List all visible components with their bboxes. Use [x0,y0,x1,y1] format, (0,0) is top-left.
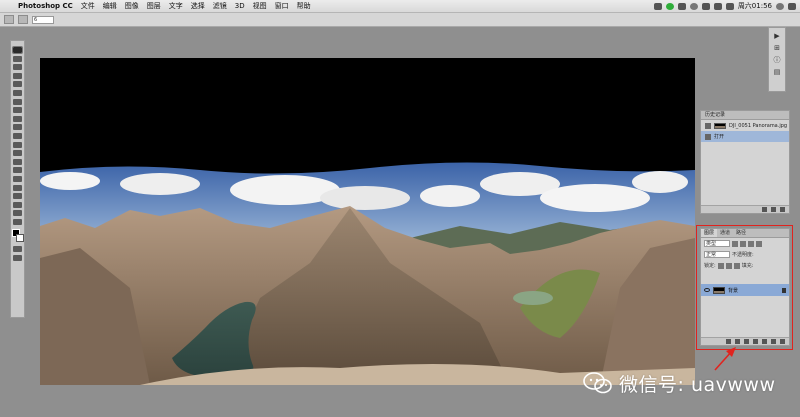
options-size-field[interactable]: 6 [32,15,54,24]
document-canvas[interactable] [40,58,695,385]
shape-tool-icon[interactable] [13,193,22,200]
snapshot-thumbnail [714,122,726,129]
screen-mode-icon[interactable] [13,254,22,261]
menu-help[interactable]: 帮助 [293,1,315,11]
new-document-icon[interactable] [762,207,767,212]
volume-icon[interactable] [701,2,710,10]
tray-app-icon[interactable] [653,2,662,10]
pen-tool-icon[interactable] [13,167,22,174]
dodge-tool-icon[interactable] [13,158,22,165]
home-icon[interactable] [4,15,14,24]
trash-icon[interactable] [780,207,785,212]
history-snapshot-label: DJI_0051 Panorama.jpg [729,122,788,129]
lasso-tool-icon[interactable] [13,64,22,71]
menu-edit[interactable]: 编辑 [99,1,121,11]
hand-tool-icon[interactable] [13,201,22,208]
history-tab[interactable]: 历史记录 [701,111,789,120]
quick-mask-icon[interactable] [13,246,22,253]
panorama-image [40,58,695,385]
more-tools-icon[interactable] [13,218,22,225]
zoom-tool-icon[interactable] [13,210,22,217]
eraser-tool-icon[interactable] [13,132,22,139]
menu-app-name[interactable]: Photoshop CC [14,2,77,10]
path-select-tool-icon[interactable] [13,184,22,191]
healing-brush-tool-icon[interactable] [13,98,22,105]
gradient-tool-icon[interactable] [13,141,22,148]
highlight-box [696,225,793,350]
history-brush-tool-icon[interactable] [13,124,22,131]
layer-comps-icon[interactable]: ▤ [771,67,783,76]
menu-window[interactable]: 窗口 [271,1,293,11]
battery-icon[interactable] [713,2,722,10]
brush-tool-icon[interactable] [13,107,22,114]
play-icon[interactable]: ▶ [771,31,783,40]
menu-view[interactable]: 视图 [249,1,271,11]
history-footer [701,205,789,213]
input-method-icon[interactable] [725,2,734,10]
quick-select-tool-icon[interactable] [13,72,22,79]
toolbox [10,40,25,318]
camera-icon[interactable] [771,207,776,212]
menu-3d[interactable]: 3D [231,2,249,10]
eyedropper-tool-icon[interactable] [13,89,22,96]
menu-select[interactable]: 选择 [187,1,209,11]
crop-tool-icon[interactable] [13,81,22,88]
options-bar: 6 [0,13,800,27]
tray-app-icon[interactable] [677,2,686,10]
wifi-icon[interactable] [689,2,698,10]
wechat-tray-icon[interactable] [665,2,674,10]
move-tool-icon[interactable] [12,46,23,54]
info-icon[interactable]: ⓘ [771,55,783,64]
search-icon[interactable] [776,2,784,10]
clock[interactable]: 周六01:56 [738,1,772,11]
dock-icon-strip: ▶ ⊞ ⓘ ▤ [768,27,786,92]
menu-file[interactable]: 文件 [77,1,99,11]
menu-tray: 周六01:56 [653,1,800,11]
snapshot-brush-icon [705,122,711,129]
wechat-logo-icon [583,372,612,394]
tool-preset-icon[interactable] [18,15,28,24]
history-step-label: 打开 [714,134,725,140]
type-tool-icon[interactable] [13,175,22,182]
menu-type[interactable]: 文字 [165,1,187,11]
marquee-tool-icon[interactable] [13,55,22,62]
menu-image[interactable]: 图像 [121,1,143,11]
menu-list-icon[interactable] [788,2,796,10]
open-step-icon [705,133,711,140]
menu-layer[interactable]: 图层 [143,1,165,11]
history-panel: 历史记录 DJI_0051 Panorama.jpg 打开 [700,110,790,214]
watermark-text: 微信号: uavwww [619,373,776,396]
menu-filter[interactable]: 滤镜 [209,1,231,11]
color-swatches[interactable] [11,229,24,243]
history-icon[interactable]: ⊞ [771,43,783,52]
menu-bar: Photoshop CC 文件 编辑 图像 图层 文字 选择 滤镜 3D 视图 … [0,0,800,13]
clone-stamp-tool-icon[interactable] [13,115,22,122]
history-snapshot[interactable]: DJI_0051 Panorama.jpg [701,120,789,131]
watermark: 微信号: uavwww [583,368,776,398]
background-color-swatch[interactable] [15,234,24,243]
history-step[interactable]: 打开 [701,131,789,142]
blur-tool-icon[interactable] [13,150,22,157]
